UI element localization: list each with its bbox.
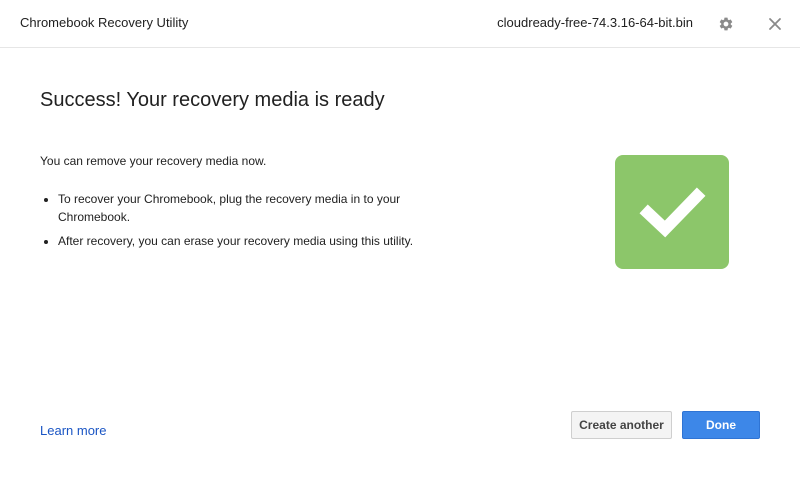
instruction-item: After recovery, you can erase your recov… xyxy=(58,232,458,250)
instructions-list: To recover your Chromebook, plug the rec… xyxy=(40,190,458,256)
page-heading: Success! Your recovery media is ready xyxy=(40,89,385,111)
recovery-utility-window: Chromebook Recovery Utility cloudready-f… xyxy=(0,0,800,480)
success-status-tile xyxy=(615,155,729,269)
gear-icon xyxy=(719,17,733,31)
selected-image-file-name: cloudready-free-74.3.16-64-bit.bin xyxy=(497,15,693,30)
learn-more-link[interactable]: Learn more xyxy=(40,423,106,438)
close-icon xyxy=(769,18,781,30)
close-button[interactable] xyxy=(765,14,785,34)
app-title: Chromebook Recovery Utility xyxy=(20,15,189,30)
done-button[interactable]: Done xyxy=(682,411,760,439)
checkmark-icon xyxy=(639,187,706,238)
instruction-item: To recover your Chromebook, plug the rec… xyxy=(58,190,458,226)
settings-button[interactable] xyxy=(716,14,736,34)
create-another-button[interactable]: Create another xyxy=(571,411,672,439)
title-bar: Chromebook Recovery Utility cloudready-f… xyxy=(0,0,800,48)
intro-text: You can remove your recovery media now. xyxy=(40,154,267,168)
